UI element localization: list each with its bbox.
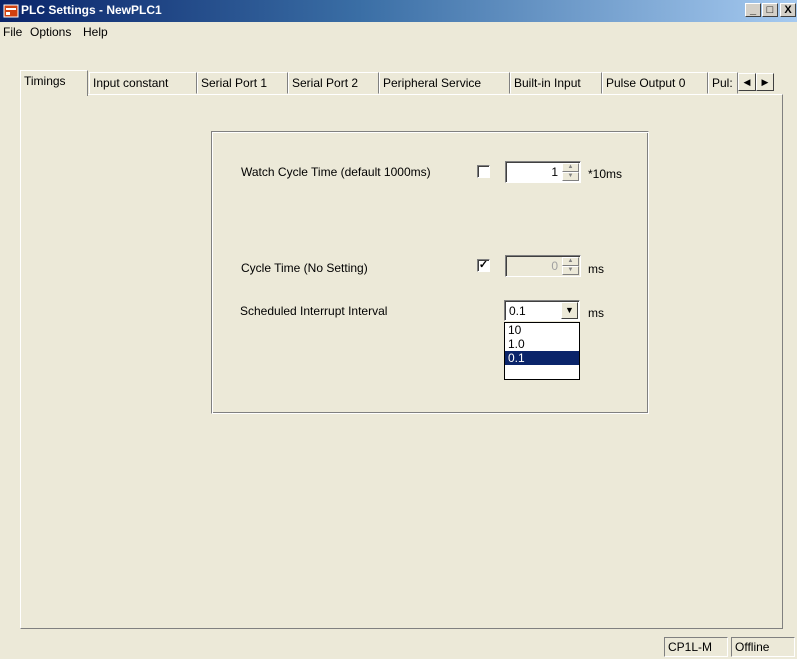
spin-down-icon[interactable]: ▼: [562, 266, 579, 275]
menu-options[interactable]: Options: [30, 25, 71, 39]
tab-pulse-output-1[interactable]: Pul:: [708, 72, 738, 94]
watch-cycle-label: Watch Cycle Time (default 1000ms): [241, 165, 431, 179]
watch-cycle-spinner[interactable]: 1 ▲ ▼: [505, 161, 581, 183]
interrupt-interval-unit: ms: [588, 306, 604, 320]
tab-scroll-left-icon[interactable]: ◀: [738, 73, 756, 91]
cycle-time-value: 0: [551, 259, 558, 273]
interrupt-interval-dropdown: 10 1.0 0.1: [504, 322, 580, 380]
tab-scroll-right-icon[interactable]: ▶: [756, 73, 774, 91]
dropdown-option-10[interactable]: 10: [505, 323, 579, 337]
status-model: CP1L-M: [664, 637, 728, 657]
cycle-time-spinner[interactable]: 0 ▲ ▼: [505, 255, 581, 277]
tab-serial-port-2[interactable]: Serial Port 2: [288, 72, 379, 94]
tab-built-in-input[interactable]: Built-in Input: [510, 72, 602, 94]
tab-peripheral-service[interactable]: Peripheral Service: [379, 72, 510, 94]
minimize-button[interactable]: _: [745, 3, 761, 17]
close-button[interactable]: X: [780, 3, 796, 17]
chevron-down-icon[interactable]: ▼: [561, 302, 578, 319]
menu-help[interactable]: Help: [83, 25, 108, 39]
cycle-time-label: Cycle Time (No Setting): [241, 261, 368, 275]
dropdown-option-0-1[interactable]: 0.1: [505, 351, 579, 365]
maximize-button[interactable]: □: [762, 3, 778, 17]
tab-timings[interactable]: Timings: [20, 70, 88, 96]
interrupt-interval-label: Scheduled Interrupt Interval: [240, 304, 388, 318]
dropdown-option-1-0[interactable]: 1.0: [505, 337, 579, 351]
status-bar: CP1L-M Offline: [0, 632, 797, 659]
cycle-time-unit: ms: [588, 262, 604, 276]
interrupt-interval-value: 0.1: [509, 304, 526, 318]
plc-app-icon: [3, 4, 19, 18]
cycle-time-checkbox[interactable]: ✓: [477, 259, 490, 272]
tab-pulse-output-0[interactable]: Pulse Output 0: [602, 72, 708, 94]
spin-up-icon[interactable]: ▲: [562, 257, 579, 266]
tab-input-constant[interactable]: Input constant: [89, 72, 197, 94]
spin-down-icon[interactable]: ▼: [562, 172, 579, 181]
spin-up-icon[interactable]: ▲: [562, 163, 579, 172]
status-connection: Offline: [731, 637, 795, 657]
title-bar[interactable]: PLC Settings - NewPLC1 _ □ X: [0, 0, 797, 22]
window-title: PLC Settings - NewPLC1: [21, 3, 162, 17]
watch-cycle-value: 1: [551, 165, 558, 179]
menu-file[interactable]: File: [3, 25, 22, 39]
menu-bar: File Options Help: [0, 22, 797, 42]
tab-serial-port-1[interactable]: Serial Port 1: [197, 72, 288, 94]
watch-cycle-checkbox[interactable]: [477, 165, 490, 178]
watch-cycle-unit: *10ms: [588, 167, 623, 181]
interrupt-interval-select[interactable]: 0.1 ▼: [504, 300, 580, 321]
